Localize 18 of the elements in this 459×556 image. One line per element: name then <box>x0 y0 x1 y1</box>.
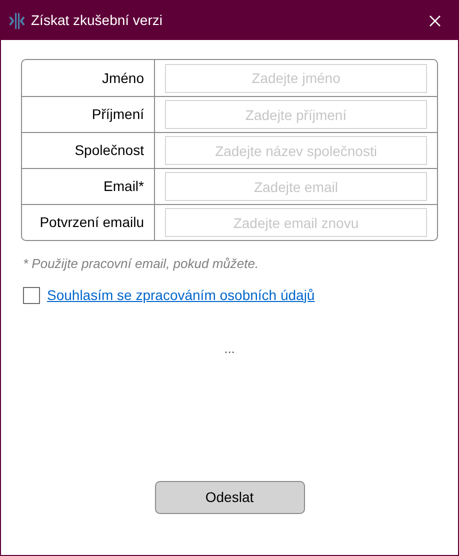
text-field[interactable]: Zadejte email <box>165 172 427 201</box>
status-text: ... <box>224 340 235 358</box>
field-label: Společnost <box>74 141 144 160</box>
field-label: Jméno <box>102 68 144 88</box>
text-field[interactable]: Zadejte příjmení <box>165 100 427 129</box>
app-logo-icon <box>9 12 25 30</box>
text-field[interactable]: Zadejte jméno <box>165 64 427 92</box>
field-label: Příjmení <box>92 105 144 124</box>
field-label: Potvrzení emailu <box>40 213 144 232</box>
consent-link[interactable]: Souhlasím se zpracováním osobních údajů <box>47 284 315 306</box>
close-icon <box>429 14 441 26</box>
text-field[interactable]: Zadejte email znovu <box>165 208 427 237</box>
hint-text: * Použijte pracovní email, pokud můžete. <box>23 255 260 273</box>
field-label: Email* <box>104 177 144 196</box>
consent-checkbox[interactable] <box>23 286 40 304</box>
text-field[interactable]: Zadejte název společnosti <box>165 136 427 165</box>
window-title: Získat zkušební verzi <box>31 11 162 30</box>
submit-button[interactable]: Odeslat <box>154 481 304 514</box>
